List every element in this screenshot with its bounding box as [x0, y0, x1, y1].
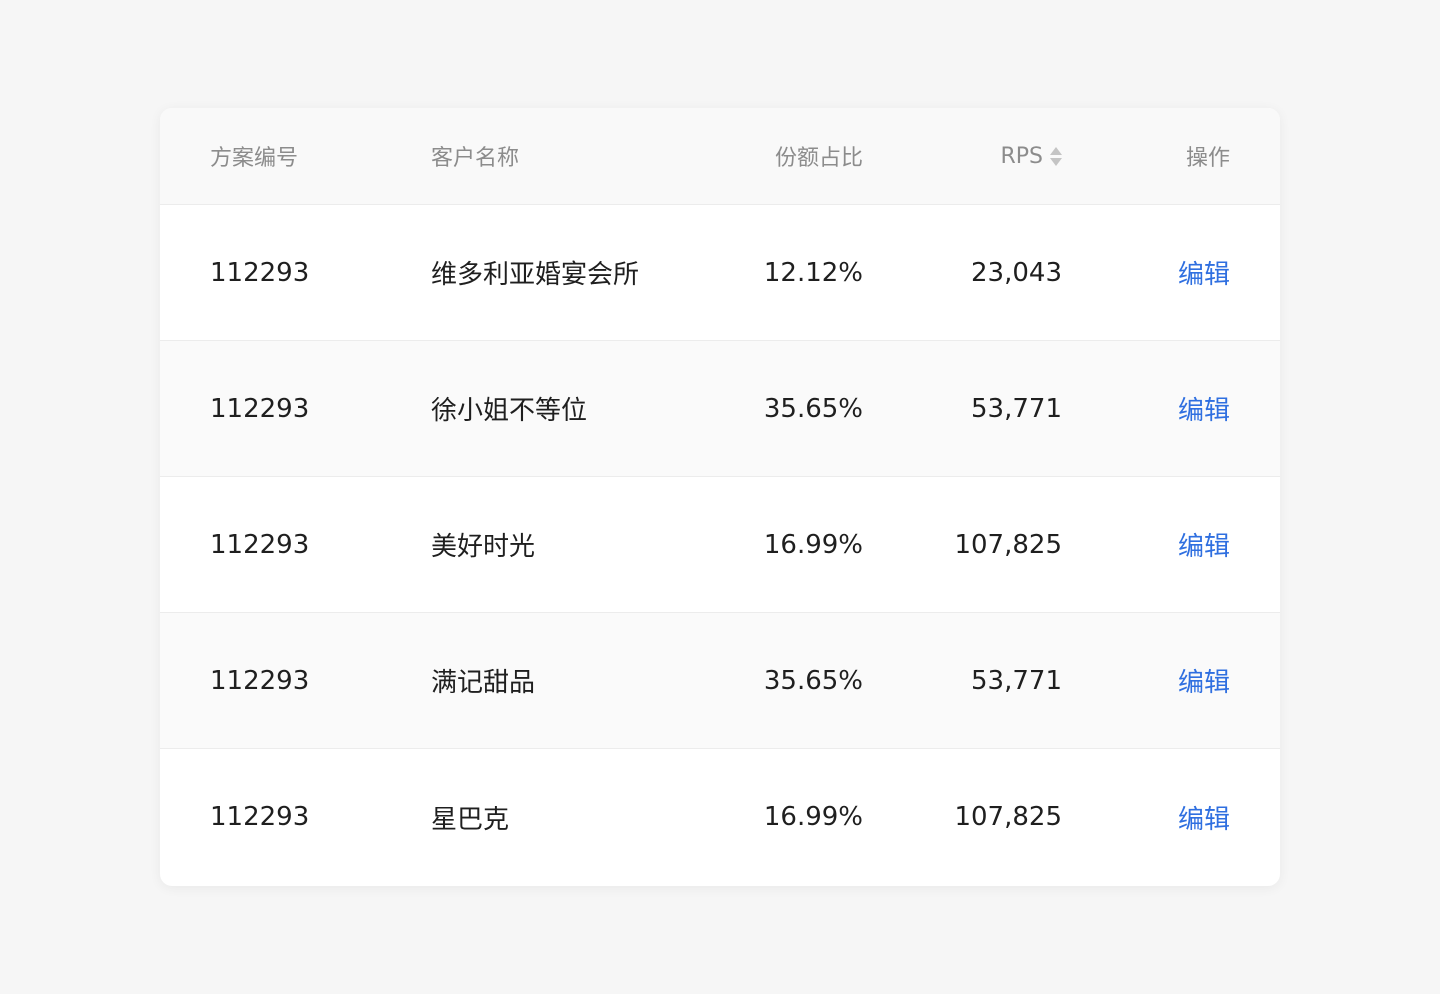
sort-ascending-icon[interactable]	[1050, 146, 1062, 155]
sort-descending-icon[interactable]	[1050, 157, 1062, 166]
sort-icon[interactable]	[1050, 146, 1062, 166]
table-row: 112293 徐小姐不等位 35.65% 53,771 编辑	[160, 341, 1280, 477]
edit-link[interactable]: 编辑	[1150, 477, 1230, 612]
cell-name: 徐小姐不等位	[431, 396, 588, 426]
table-row: 112293 美好时光 16.99% 107,825 编辑	[160, 477, 1280, 613]
table-row: 112293 维多利亚婚宴会所 12.12% 23,043 编辑	[160, 205, 1280, 341]
cell-rps: 107,825	[954, 802, 1062, 832]
cell-name: 满记甜品	[431, 668, 536, 698]
column-header-rps-label[interactable]: RPS	[1000, 144, 1043, 169]
table-header: 方案编号 客户名称 份额占比 RPS 操作	[160, 108, 1280, 205]
cell-share: 35.65%	[763, 665, 863, 696]
cell-name: 维多利亚婚宴会所	[431, 260, 640, 290]
edit-link[interactable]: 编辑	[1150, 749, 1230, 885]
cell-id: 112293	[210, 665, 310, 696]
cell-name: 美好时光	[431, 532, 536, 562]
column-header-id: 方案编号	[210, 146, 299, 171]
cell-id: 112293	[210, 393, 310, 424]
cell-share: 16.99%	[763, 529, 863, 560]
cell-share: 16.99%	[763, 802, 863, 832]
cell-rps: 53,771	[971, 393, 1062, 424]
table-row: 112293 满记甜品 35.65% 53,771 编辑	[160, 613, 1280, 749]
column-header-action: 操作	[1185, 146, 1230, 171]
cell-id: 112293	[210, 257, 310, 288]
cell-id: 112293	[210, 529, 310, 560]
cell-share: 35.65%	[763, 393, 863, 424]
column-header-rps[interactable]: RPS	[900, 108, 1062, 204]
data-table: 方案编号 客户名称 份额占比 RPS 操作 112293 维多利亚婚宴会所 12…	[160, 108, 1280, 886]
cell-rps: 107,825	[954, 529, 1062, 560]
edit-link[interactable]: 编辑	[1150, 205, 1230, 340]
table-row: 112293 星巴克 16.99% 107,825 编辑	[160, 749, 1280, 885]
cell-name: 星巴克	[431, 804, 510, 835]
column-header-name: 客户名称	[431, 146, 520, 171]
edit-link[interactable]: 编辑	[1150, 341, 1230, 476]
cell-share: 12.12%	[763, 257, 863, 288]
cell-rps: 53,771	[971, 665, 1062, 696]
edit-link[interactable]: 编辑	[1150, 613, 1230, 748]
column-header-share: 份额占比	[774, 146, 863, 171]
cell-rps: 23,043	[971, 257, 1062, 288]
cell-id: 112293	[210, 802, 310, 832]
